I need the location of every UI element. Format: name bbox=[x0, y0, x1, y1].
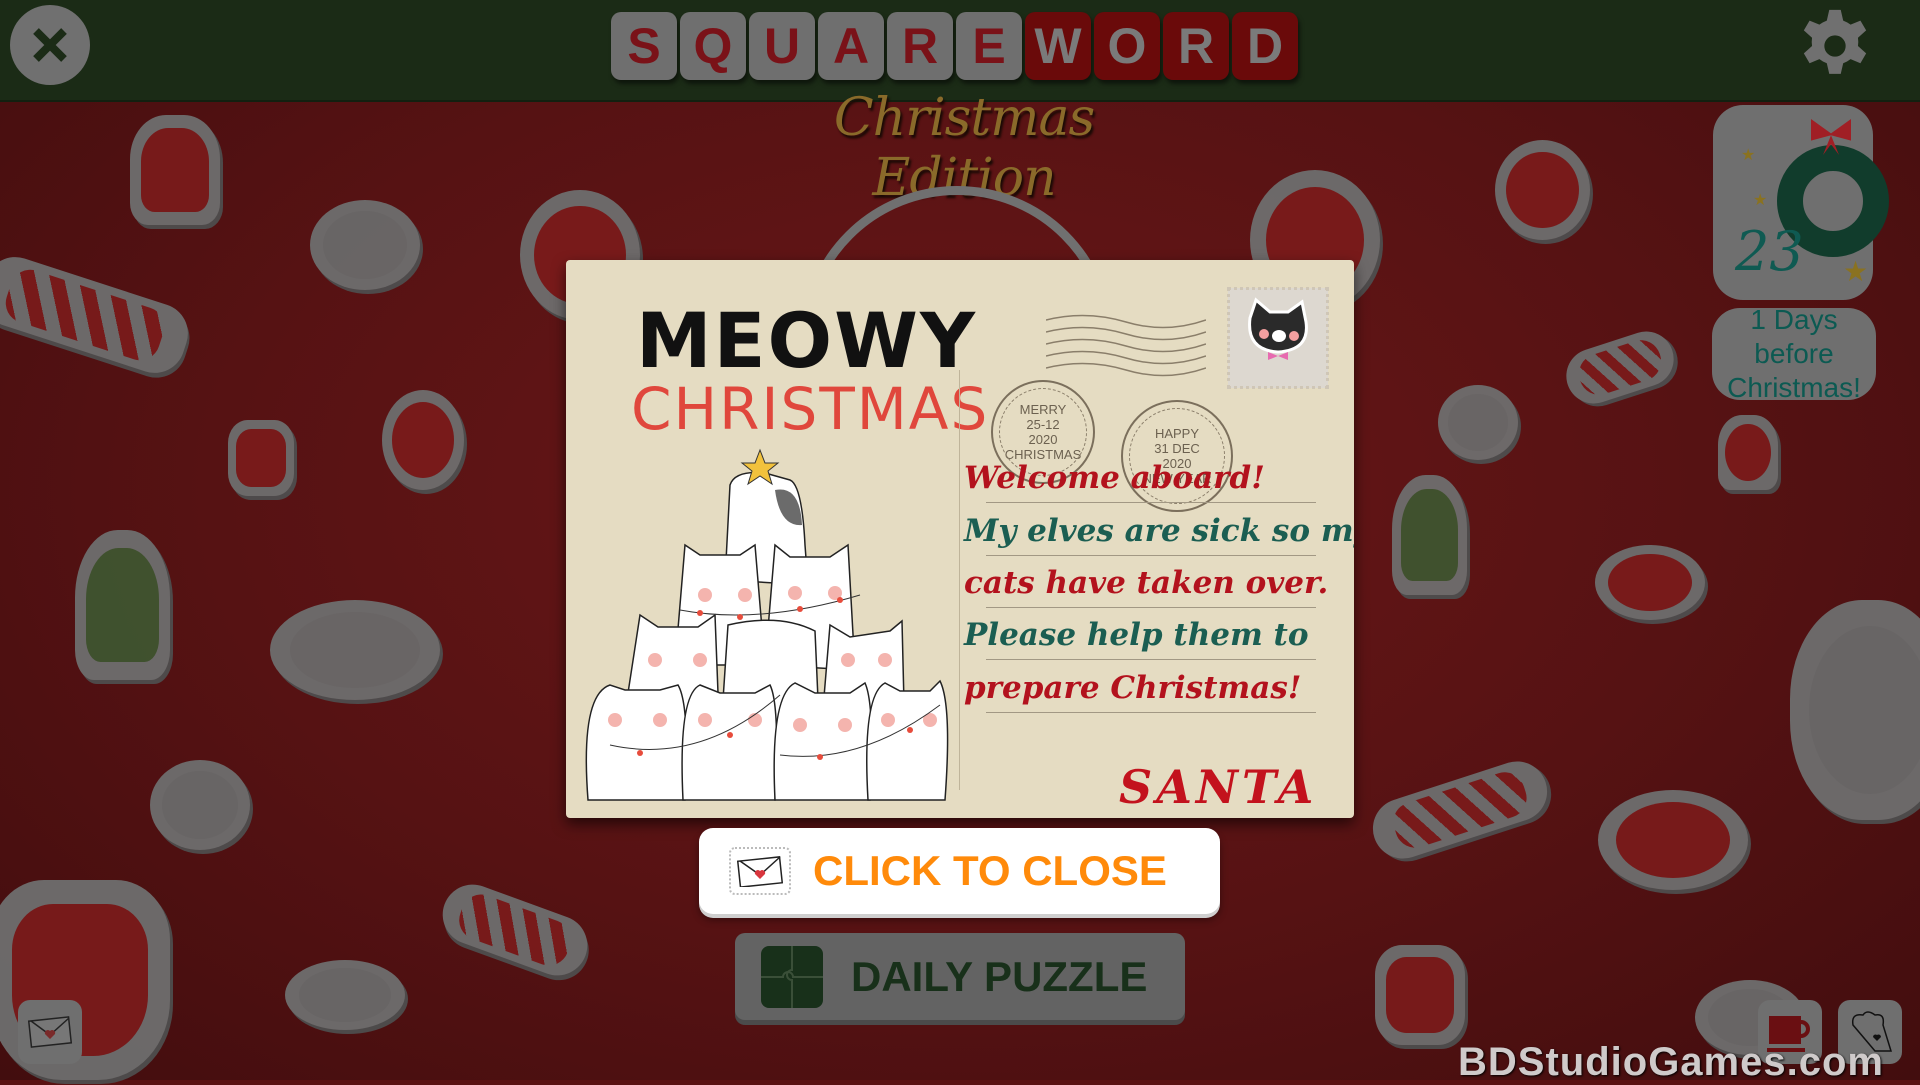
mug-sticker-decoration bbox=[1375, 945, 1465, 1045]
cancellation-waves bbox=[1046, 314, 1206, 377]
cat bbox=[585, 684, 688, 801]
click-to-close-label: CLICK TO CLOSE bbox=[813, 847, 1167, 894]
black-cat-stamp-icon bbox=[1248, 297, 1308, 360]
postmark-text: HAPPY bbox=[1154, 426, 1200, 441]
days-left-text: Christmas! bbox=[1727, 372, 1861, 403]
ornament-sticker-decoration bbox=[382, 390, 464, 490]
watermark: BDStudioGames.com bbox=[1458, 1040, 1884, 1084]
berry-sticker-decoration bbox=[1438, 385, 1518, 460]
mug-sticker-decoration bbox=[228, 420, 294, 496]
advent-day-number: 23 bbox=[1735, 220, 1804, 283]
daily-puzzle-button[interactable]: DAILY PUZZLE bbox=[735, 933, 1185, 1020]
berry-sticker-decoration bbox=[150, 760, 250, 850]
santa-hat-sticker-decoration bbox=[1595, 545, 1705, 620]
daily-puzzle-label: DAILY PUZZLE bbox=[851, 952, 1148, 1000]
title-letter-tile: U bbox=[749, 12, 815, 80]
writing-line bbox=[986, 659, 1316, 660]
star-icon: ★ bbox=[1753, 192, 1768, 209]
postmark-text: 2020 bbox=[1028, 432, 1058, 447]
click-to-close-button[interactable]: CLICK TO CLOSE bbox=[699, 828, 1220, 914]
candy-cane-sticker-decoration bbox=[0, 249, 196, 381]
postcard-heading: MEOWY bbox=[636, 296, 978, 385]
gear-icon bbox=[1803, 9, 1867, 74]
tree-sticker-decoration bbox=[130, 115, 220, 225]
close-x-icon bbox=[33, 28, 67, 62]
green-tree-sticker-decoration bbox=[75, 530, 170, 680]
postcard-divider bbox=[959, 370, 960, 790]
message-line: prepare Christmas! bbox=[964, 670, 1302, 706]
mail-button[interactable] bbox=[18, 1000, 82, 1064]
puzzle-piece-icon bbox=[761, 945, 823, 1008]
envelope-heart-icon bbox=[27, 1016, 73, 1048]
writing-line bbox=[986, 607, 1316, 608]
advent-calendar-button[interactable]: ★ ★ ★ 23 bbox=[1713, 105, 1889, 300]
days-before-christmas-badge: 1 Days before Christmas! bbox=[1712, 304, 1876, 403]
berry-sticker-decoration bbox=[310, 200, 420, 290]
message-line: Welcome aboard! bbox=[964, 460, 1265, 496]
title-letter-tile: R bbox=[1163, 12, 1229, 80]
title-letter-tile: Q bbox=[680, 12, 746, 80]
settings-button[interactable] bbox=[1794, 5, 1876, 87]
cat-tree-illustration bbox=[585, 448, 949, 801]
candy-cane-sticker-decoration bbox=[1365, 753, 1555, 867]
candy-cane-sticker-decoration bbox=[434, 876, 596, 984]
cat bbox=[773, 681, 873, 801]
title-letter-tile: O bbox=[1094, 12, 1160, 80]
welcome-postcard: MEOWY CHRISTMAS MERRY 25-12 2020 CHRISTM… bbox=[566, 260, 1354, 818]
message-line: cats have taken over. bbox=[964, 565, 1329, 601]
title-letter-tile: S bbox=[611, 12, 677, 80]
tree-sticker-decoration bbox=[1718, 415, 1778, 490]
title-letter-tile: W bbox=[1025, 12, 1091, 80]
postcard-heading-christmas: CHRISTMAS bbox=[631, 375, 990, 443]
gift-sticker-decoration bbox=[1790, 600, 1920, 820]
postmark-text: MERRY bbox=[1019, 402, 1067, 417]
postmark-text: 25-12 bbox=[1026, 417, 1060, 432]
star-icon: ★ bbox=[1741, 147, 1756, 164]
exit-button[interactable] bbox=[10, 5, 90, 85]
writing-line bbox=[986, 712, 1316, 713]
leaf-sticker-decoration bbox=[270, 600, 440, 700]
candy-cane-sticker-decoration bbox=[1559, 324, 1681, 411]
star-icon: ★ bbox=[1843, 256, 1869, 287]
santa-hat-sticker-decoration bbox=[1598, 790, 1748, 890]
postmark-text: 31 DEC bbox=[1154, 441, 1200, 456]
postage-stamp bbox=[1227, 287, 1329, 389]
title-letter-tile: R bbox=[887, 12, 953, 80]
title-letter-tile: E bbox=[956, 12, 1022, 80]
message-line: Please help them to bbox=[964, 617, 1309, 653]
ornament-sticker-decoration bbox=[1495, 140, 1590, 240]
signature: SANTA bbox=[1119, 760, 1318, 814]
writing-line bbox=[986, 555, 1316, 556]
leaf-sticker-decoration bbox=[285, 960, 405, 1030]
title-letter-tile: A bbox=[818, 12, 884, 80]
days-left-text: 1 Days before bbox=[1750, 304, 1838, 369]
green-tree-sticker-decoration bbox=[1392, 475, 1467, 595]
game-title-logo: SQUAREWORD bbox=[611, 12, 1298, 80]
writing-line bbox=[986, 502, 1316, 503]
envelope-heart-icon bbox=[729, 847, 791, 895]
title-letter-tile: D bbox=[1232, 12, 1298, 80]
message-line: My elves are sick so my bbox=[964, 513, 1354, 549]
